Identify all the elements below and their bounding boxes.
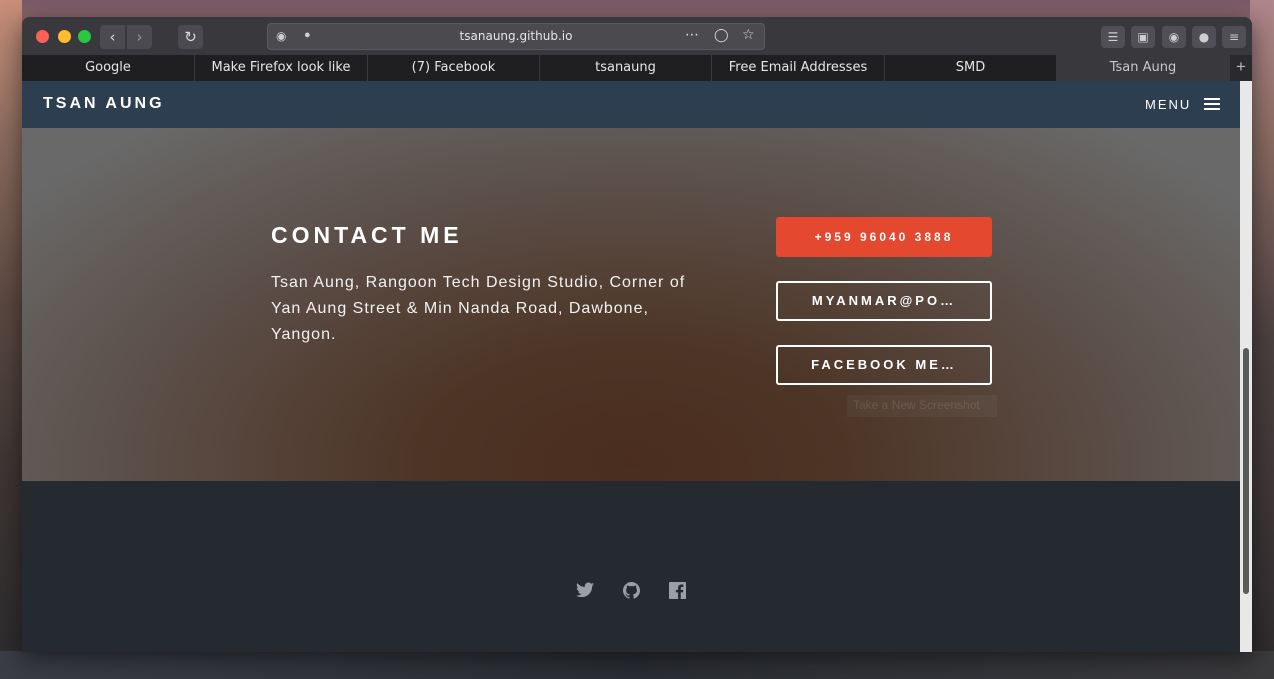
tab-smd[interactable]: SMD	[885, 55, 1057, 81]
tab-strip: Google Make Firefox look like (7) Facebo…	[22, 55, 1252, 81]
back-button[interactable]: ‹	[100, 25, 125, 49]
extension-icon[interactable]: ◉	[1162, 26, 1186, 48]
bookmark-star-icon[interactable]: ☆	[742, 27, 755, 43]
reload-icon: ↻	[184, 28, 197, 46]
screenshot-hint: Take a New Screenshot	[847, 395, 997, 417]
hamburger-menu-icon[interactable]: ≡	[1222, 26, 1246, 48]
email-button[interactable]: MYANMAR@PO…	[776, 281, 992, 321]
site-footer	[22, 481, 1240, 652]
facebook-icon[interactable]	[667, 582, 687, 602]
address-bar[interactable]: ◉ ● tsanaung.github.io ⋯ ◯ ☆	[267, 23, 765, 50]
forward-button[interactable]: ›	[127, 25, 152, 49]
phone-button[interactable]: +959 96040 3888	[776, 217, 992, 257]
site-navbar: TSAN AUNG MENU	[22, 81, 1240, 128]
sidebar-icon[interactable]: ▣	[1131, 26, 1155, 48]
tab-tsan-aung[interactable]: Tsan Aung	[1057, 55, 1230, 81]
tab-facebook[interactable]: (7) Facebook	[368, 55, 540, 81]
hamburger-icon[interactable]	[1204, 98, 1220, 110]
account-icon[interactable]: ●	[1192, 26, 1216, 48]
chevron-right-icon: ›	[136, 28, 143, 46]
twitter-icon[interactable]	[575, 582, 595, 602]
github-icon[interactable]	[621, 582, 641, 602]
browser-toolbar: ‹ › ↻ ◉ ● tsanaung.github.io ⋯ ◯ ☆ ☰ ▣ ◉…	[22, 17, 1252, 55]
tab-tsanaung[interactable]: tsanaung	[540, 55, 712, 81]
maximize-window-button[interactable]	[78, 30, 91, 43]
tab-google[interactable]: Google	[22, 55, 195, 81]
browser-window: ‹ › ↻ ◉ ● tsanaung.github.io ⋯ ◯ ☆ ☰ ▣ ◉…	[22, 17, 1252, 652]
close-window-button[interactable]	[36, 30, 49, 43]
new-tab-button[interactable]: +	[1230, 55, 1252, 81]
chevron-left-icon: ‹	[109, 28, 116, 46]
page-scrollbar[interactable]	[1240, 81, 1252, 652]
tab-free-email[interactable]: Free Email Addresses	[712, 55, 885, 81]
contact-title: CONTACT ME	[271, 222, 463, 248]
facebook-button[interactable]: FACEBOOK ME…	[776, 345, 992, 385]
scrollbar-thumb[interactable]	[1243, 348, 1249, 594]
menu-button-label[interactable]: MENU	[1145, 97, 1191, 112]
site-brand[interactable]: TSAN AUNG	[43, 95, 165, 113]
contact-address: Tsan Aung, Rangoon Tech Design Studio, C…	[271, 274, 686, 343]
more-actions-icon[interactable]: ⋯	[685, 27, 699, 43]
desktop-wallpaper-right	[1250, 0, 1274, 679]
desktop-wallpaper-bottom	[0, 651, 1274, 679]
tab-make-firefox[interactable]: Make Firefox look like	[195, 55, 368, 81]
web-page: TSAN AUNG MENU CONTACT ME Tsan Aung, Ran…	[22, 81, 1240, 652]
desktop-wallpaper-left	[0, 0, 22, 679]
contact-section: CONTACT ME Tsan Aung, Rangoon Tech Desig…	[22, 128, 1240, 481]
pocket-icon[interactable]: ◯	[714, 28, 729, 43]
minimize-window-button[interactable]	[58, 30, 71, 43]
reload-button[interactable]: ↻	[178, 25, 203, 49]
library-icon[interactable]: ☰	[1101, 26, 1125, 48]
